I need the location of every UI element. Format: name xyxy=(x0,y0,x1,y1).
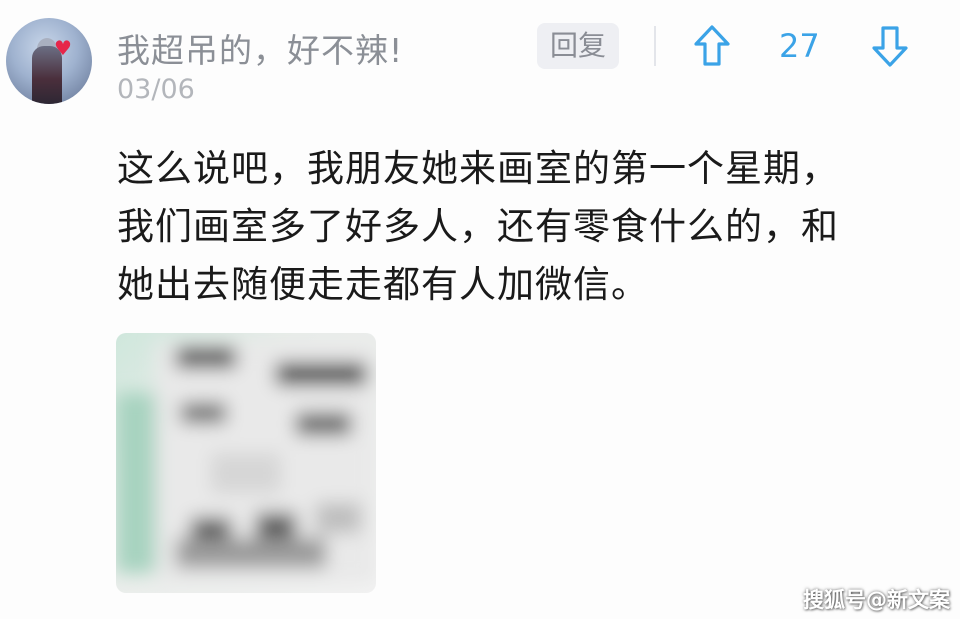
comment-line: 她出去随便走走都有人加微信。 xyxy=(117,263,649,306)
reply-button[interactable]: 回复 xyxy=(537,23,619,69)
comment-date: 03/06 xyxy=(117,74,195,105)
arrow-down-icon[interactable] xyxy=(870,24,910,68)
comment-line: 我们画室多了好多人，还有零食什么的，和 xyxy=(117,205,839,248)
action-divider xyxy=(654,26,656,66)
comment-line: 这么说吧，我朋友她来画室的第一个星期， xyxy=(117,147,839,190)
watermark: 搜狐号@新文案 xyxy=(803,588,950,612)
avatar[interactable]: ♥ xyxy=(6,18,92,104)
heart-icon: ♥ xyxy=(54,36,72,60)
vote-count: 27 xyxy=(779,27,820,65)
arrow-up-icon[interactable] xyxy=(692,24,732,68)
comment-username[interactable]: 我超吊的，好不辣! xyxy=(117,24,403,72)
comment-page: ♥ 我超吊的，好不辣! 03/06 回复 27 这么说吧，我朋友她来画室的第一个… xyxy=(0,0,960,619)
comment-body: 这么说吧，我朋友她来画室的第一个星期， 我们画室多了好多人，还有零食什么的，和 … xyxy=(117,140,917,314)
comment-image[interactable] xyxy=(116,333,376,593)
blurred-face-image xyxy=(116,333,376,593)
